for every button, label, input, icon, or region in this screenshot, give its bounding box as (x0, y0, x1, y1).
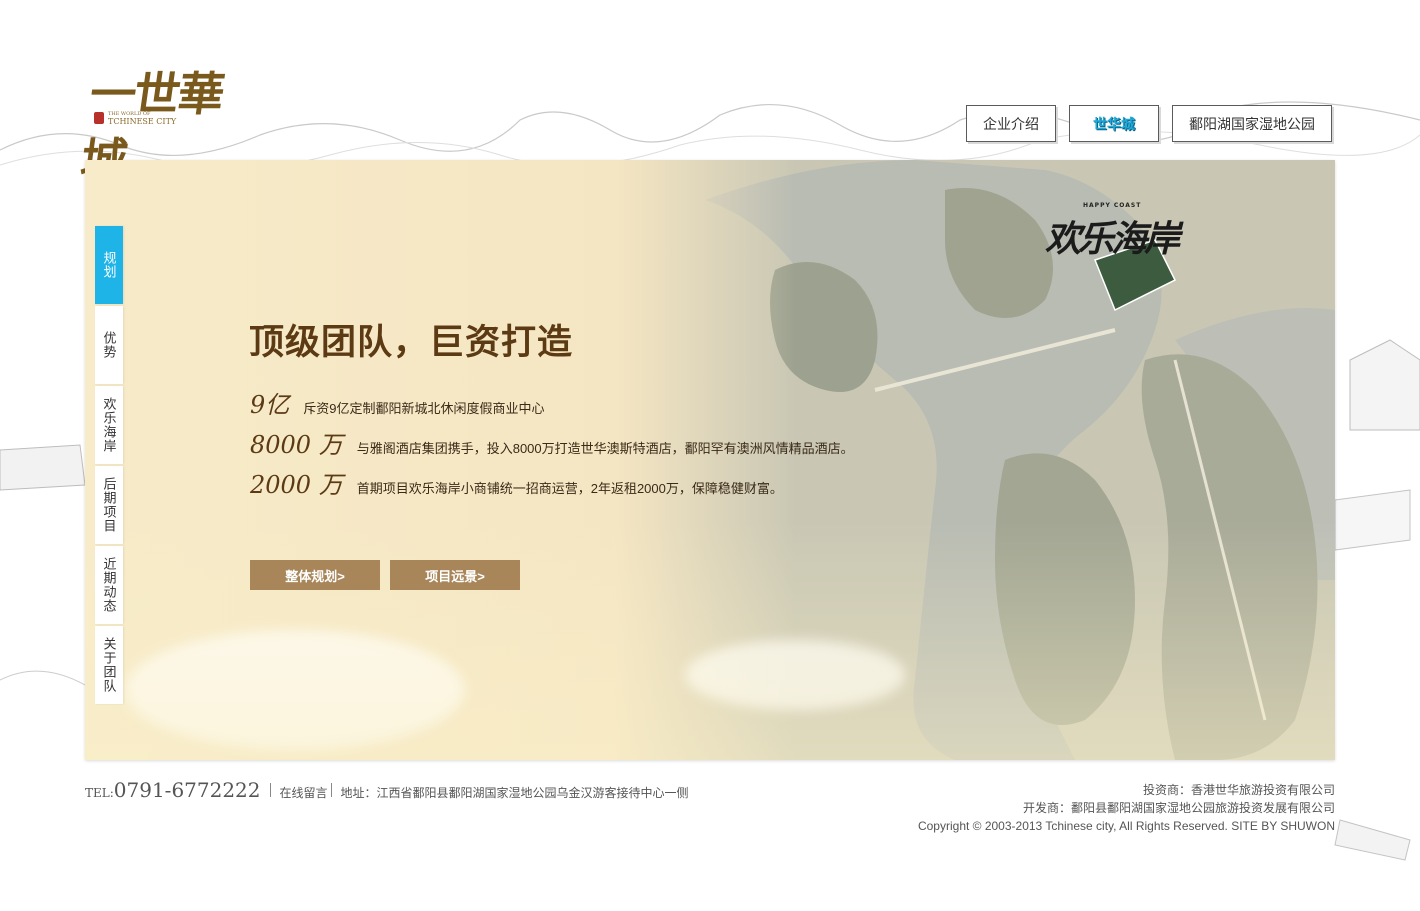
tel-label: TEL: (85, 786, 114, 800)
happy-coast-logo: HAPPY COAST 欢乐海岸 (1045, 202, 1180, 260)
stat-number: 9亿 (250, 391, 290, 419)
nav-shihua-city[interactable]: 世华城 (1069, 105, 1159, 142)
banner-headline: 顶级团队，巨资打造 (249, 323, 574, 363)
boat-sketch-left (0, 444, 86, 686)
house-sketch-right (1334, 339, 1420, 861)
project-vision-button[interactable]: 项目远景> (390, 560, 520, 590)
side-item-about-team[interactable]: 关于团队 (95, 626, 123, 704)
side-item-recent-news[interactable]: 近期动态 (95, 546, 123, 624)
footer-contact: TEL: 0791-6772222 在线留言 地址：江西省鄱阳县鄱阳湖国家湿地公… (85, 778, 689, 802)
stat-number: 2000 万 (250, 471, 343, 499)
side-nav: 规划 优势 欢乐海岸 后期项目 近期动态 关于团队 (95, 226, 123, 706)
footer-credits: 投资商：香港世华旅游投资有限公司 开发商：鄱阳县鄱阳湖国家湿地公园旅游投资发展有… (918, 781, 1335, 835)
online-message-link[interactable]: 在线留言 (280, 784, 328, 801)
developer-text: 开发商：鄱阳县鄱阳湖国家湿地公园旅游投资发展有限公司 (1022, 801, 1335, 815)
divider (330, 783, 332, 797)
stat-description: 首期项目欢乐海岸小商铺统一招商运营，2年返租2000万，保障稳健财富。 (356, 481, 783, 496)
overall-plan-button[interactable]: 整体规划> (250, 560, 380, 590)
site-logo[interactable]: 一世華城 THE WORLD OF TCHINESE CITY (77, 58, 249, 187)
side-item-advantage[interactable]: 优势 (95, 306, 123, 384)
stat-description: 与雅阁酒店集团携手，投入8000万打造世华澳斯特酒店，鄱阳罕有澳洲风情精品酒店。 (356, 441, 854, 456)
stat-row: 9亿 斥资9亿定制鄱阳新城北休闲度假商业中心 (250, 385, 545, 420)
phone-number: 0791-6772222 (113, 778, 261, 802)
stat-description: 斥资9亿定制鄱阳新城北休闲度假商业中心 (303, 401, 545, 416)
side-item-happy-coast[interactable]: 欢乐海岸 (95, 386, 123, 464)
nav-company-intro[interactable]: 企业介绍 (966, 105, 1056, 142)
hero-banner: HAPPY COAST 欢乐海岸 (85, 160, 1335, 760)
side-item-later-projects[interactable]: 后期项目 (95, 466, 123, 544)
copyright-text: Copyright © 2003-2013 Tchinese city, All… (917, 819, 1335, 833)
divider (269, 783, 271, 797)
address-text: 地址：江西省鄱阳县鄱阳湖国家湿地公园乌金汉游客接待中心一侧 (340, 786, 689, 800)
nav-wetland-park[interactable]: 鄱阳湖国家湿地公园 (1172, 105, 1332, 142)
stat-number: 8000 万 (250, 431, 343, 459)
stat-row: 8000 万 与雅阁酒店集团携手，投入8000万打造世华澳斯特酒店，鄱阳罕有澳洲… (250, 425, 854, 460)
logo-english: THE WORLD OF TCHINESE CITY (108, 111, 177, 126)
stat-row: 2000 万 首期项目欢乐海岸小商铺统一招商运营，2年返租2000万，保障稳健财… (250, 465, 783, 500)
seal-icon (94, 112, 104, 124)
investor-text: 投资商：香港世华旅游投资有限公司 (1142, 783, 1335, 797)
side-item-plan[interactable]: 规划 (95, 226, 123, 304)
